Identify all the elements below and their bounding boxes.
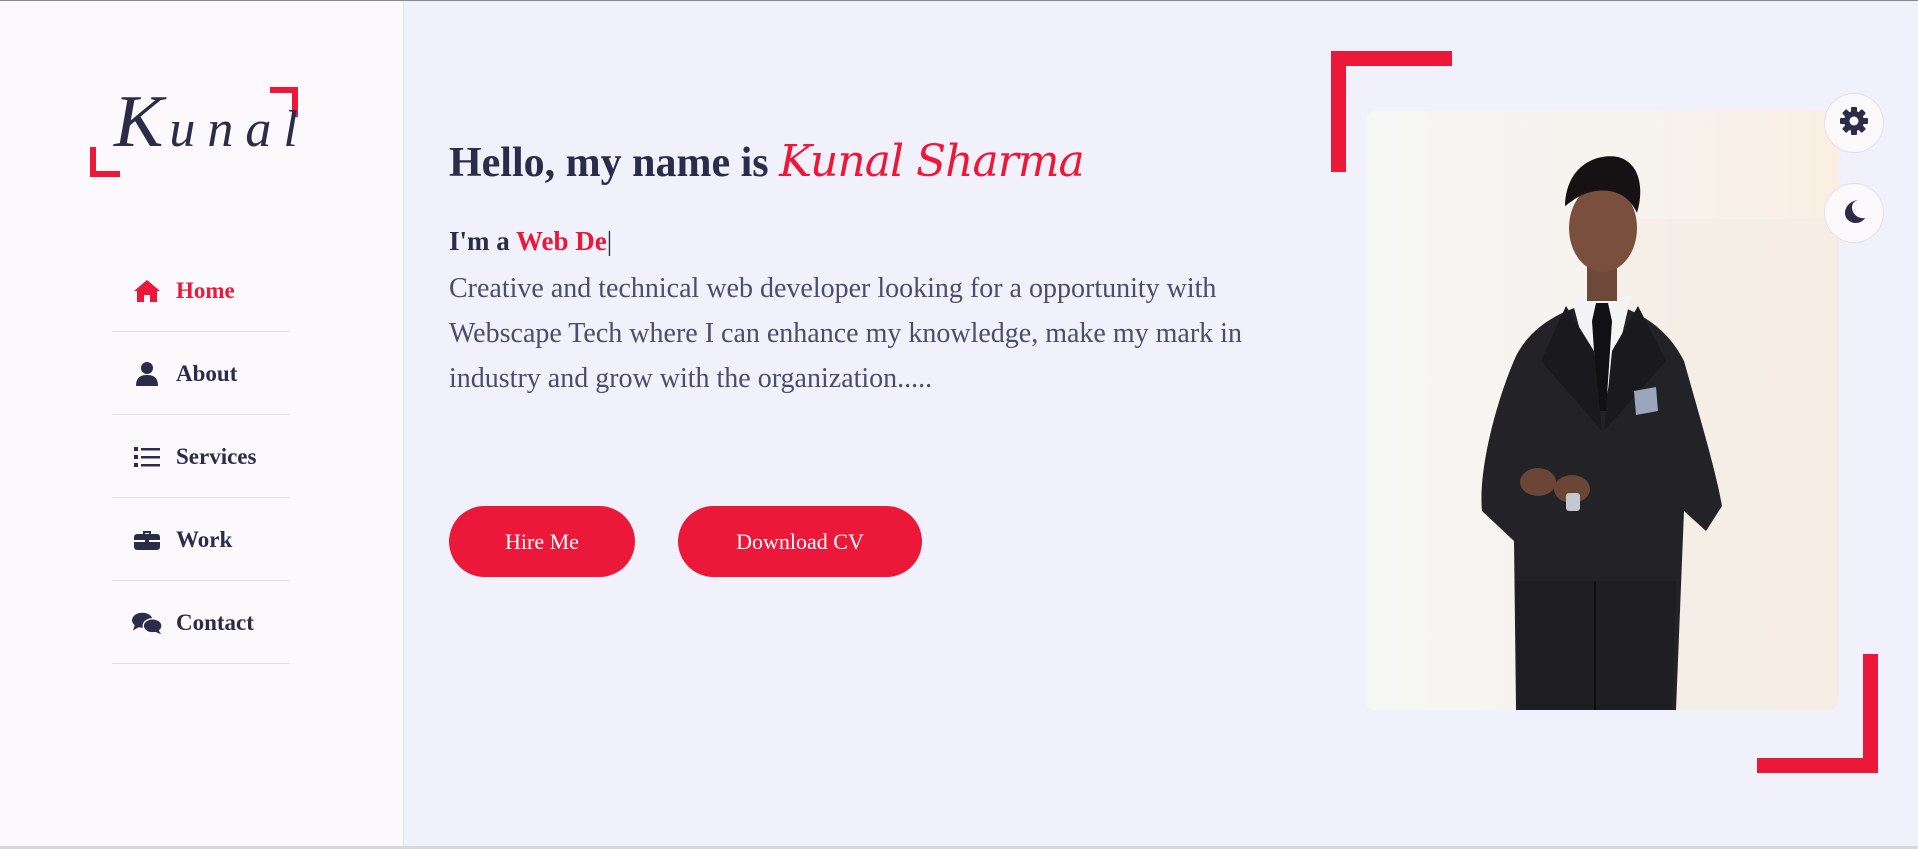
role-prefix: I'm a xyxy=(449,226,510,256)
logo[interactable]: Kunal xyxy=(90,85,298,177)
hire-me-button[interactable]: Hire Me xyxy=(449,506,635,577)
download-cv-button[interactable]: Download CV xyxy=(678,506,922,577)
page-title: Hello, my name is Kunal Sharma xyxy=(449,136,1085,187)
logo-text: Kunal xyxy=(114,81,310,163)
main-nav: Home About Services Work Contact xyxy=(112,251,290,666)
user-icon xyxy=(132,362,162,386)
comments-icon xyxy=(132,611,162,635)
nav-label-contact: Contact xyxy=(176,610,254,635)
list-icon xyxy=(132,446,162,468)
settings-button[interactable] xyxy=(1824,93,1884,153)
profile-photo xyxy=(1366,111,1839,710)
home-icon xyxy=(132,279,162,303)
sidebar: Kunal Home About Services Work Contact xyxy=(0,1,404,846)
nav-item-home[interactable]: Home xyxy=(112,251,290,332)
nav-item-about[interactable]: About xyxy=(112,334,290,415)
greeting-text: Hello, my name is xyxy=(449,140,769,186)
nav-label-work: Work xyxy=(176,527,233,552)
moon-icon xyxy=(1840,197,1868,230)
nav-item-work[interactable]: Work xyxy=(112,500,290,581)
nav-item-services[interactable]: Services xyxy=(112,417,290,498)
description: Creative and technical web developer loo… xyxy=(449,273,1242,394)
role-line: I'm a Web De| xyxy=(449,226,612,257)
briefcase-icon xyxy=(132,529,162,551)
gear-icon xyxy=(1839,106,1869,141)
nav-label-services: Services xyxy=(176,444,257,469)
nav-label-about: About xyxy=(176,361,238,386)
name-text: Kunal Sharma xyxy=(779,136,1085,187)
theme-toggle-button[interactable] xyxy=(1824,183,1884,243)
nav-item-contact[interactable]: Contact xyxy=(112,583,290,664)
role-typed: Web De xyxy=(516,226,607,256)
typing-cursor: | xyxy=(606,226,613,256)
nav-label-home: Home xyxy=(176,278,235,303)
